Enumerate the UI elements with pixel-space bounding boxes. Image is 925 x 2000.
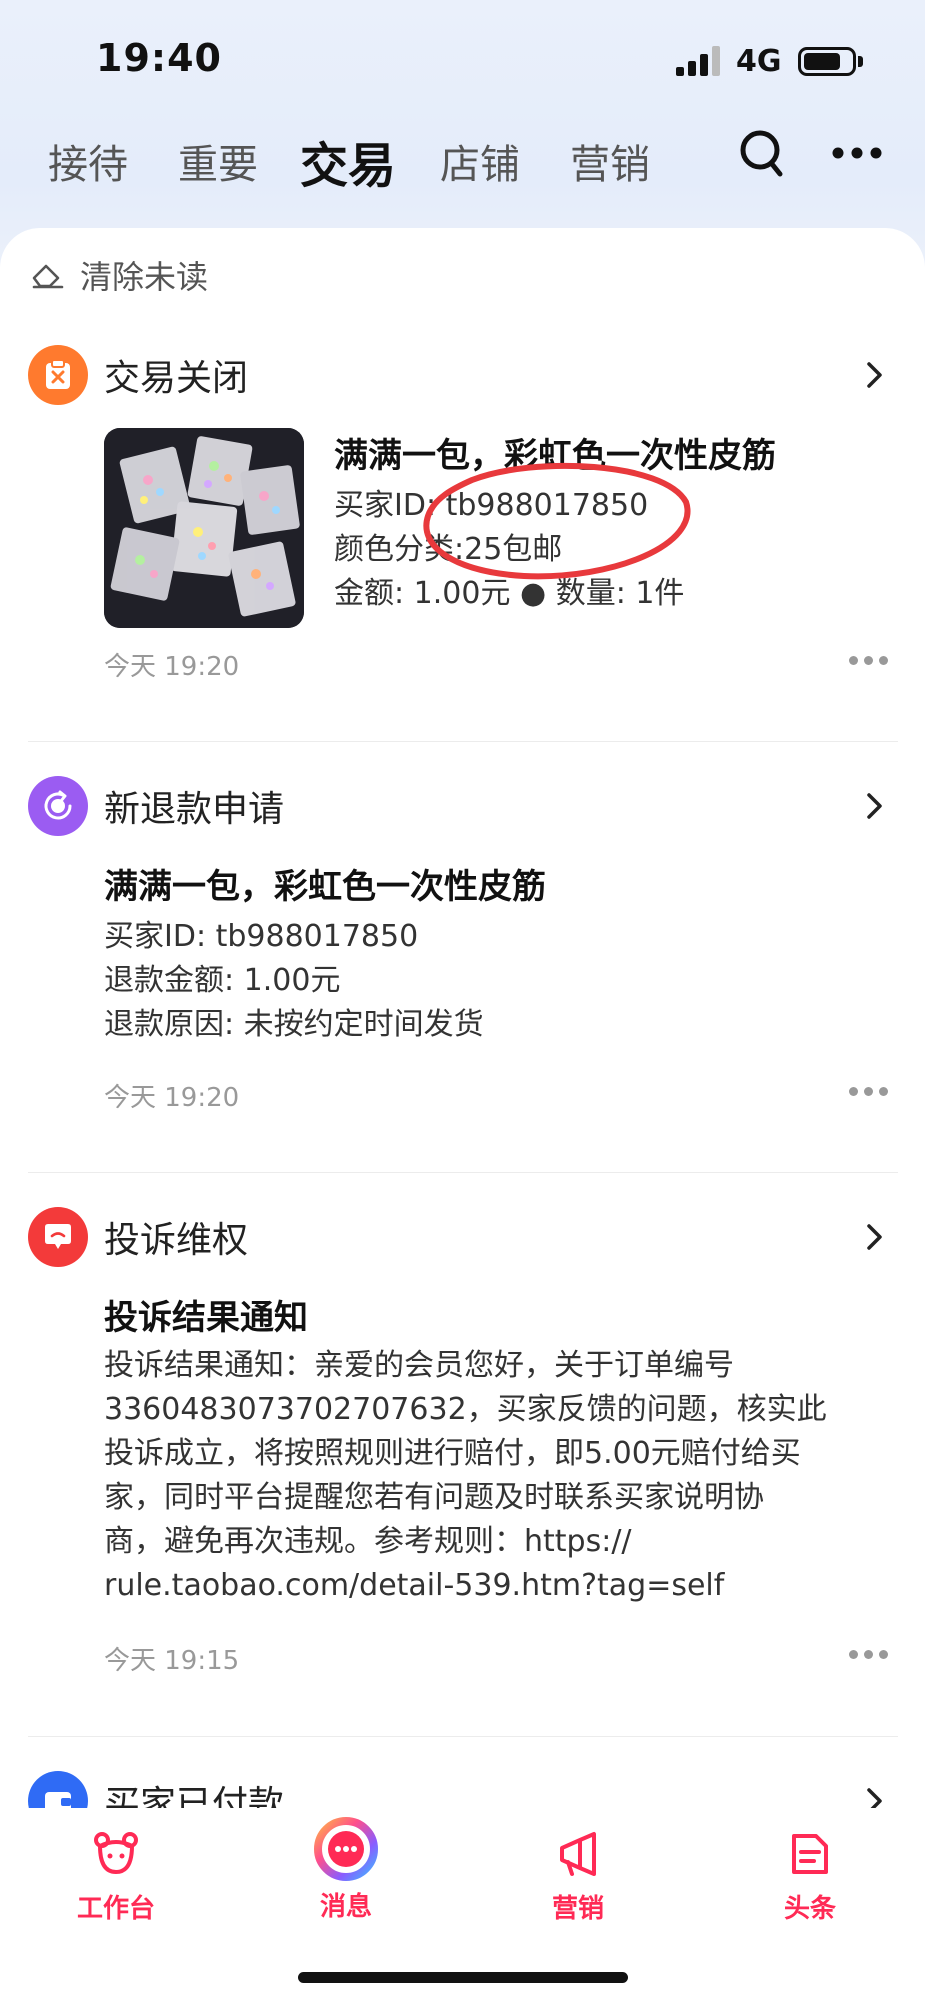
item-title: 投诉结果通知: [104, 1298, 308, 1338]
home-indicator[interactable]: [298, 1972, 628, 1983]
battery-icon: [798, 47, 856, 76]
nav-label: 头条: [783, 1894, 836, 1924]
complaint-text-line: 商，避免再次违规。参考规则：https://: [104, 1524, 632, 1559]
tab-important[interactable]: 重要: [178, 132, 258, 190]
item-title: 满满一包，彩虹色一次性皮筋: [104, 867, 546, 907]
section-trade-closed[interactable]: 交易关闭 满满一包，彩虹色一次性皮筋 买家ID: tb988017850 颜色分…: [0, 344, 925, 682]
nav-label: 工作台: [76, 1894, 155, 1924]
message-icon: [314, 1817, 378, 1881]
red-annotation-circle: [423, 462, 691, 580]
chevron-right-icon[interactable]: [859, 358, 889, 392]
clear-unread-button[interactable]: 清除未读: [30, 250, 208, 300]
section-header: 买家已付款: [28, 1770, 284, 1808]
buyer-id-line: 买家ID: tb988017850: [104, 919, 419, 954]
nav-label: 营销: [551, 1894, 604, 1924]
status-time: 19:40: [96, 36, 222, 80]
paid-icon: [28, 1771, 88, 1808]
refund-reason-line: 退款原因: 未按约定时间发货: [104, 1007, 484, 1042]
more-options-icon[interactable]: [849, 1087, 889, 1097]
more-options-icon[interactable]: [849, 1650, 889, 1660]
section-complaint[interactable]: 投诉维权 投诉结果通知 投诉结果通知：亲爱的会员您好，关于订单编号 336048…: [0, 1206, 925, 1676]
workbench-icon: [94, 1832, 138, 1874]
nav-messages[interactable]: 消息: [276, 1816, 416, 1923]
timestamp: 今天 19:20: [104, 652, 240, 682]
nav-label: 消息: [319, 1892, 372, 1922]
divider: [28, 1736, 898, 1737]
section-refund-request[interactable]: 新退款申请 满满一包，彩虹色一次性皮筋 买家ID: tb988017850 退款…: [0, 775, 925, 1113]
product-thumbnail[interactable]: [104, 428, 304, 628]
category-tabs: 接待 重要 交易 店铺 营销: [0, 120, 925, 200]
section-title: 新退款申请: [104, 789, 285, 830]
tab-store[interactable]: 店铺: [440, 132, 520, 190]
marketing-icon: [560, 1832, 596, 1876]
complaint-icon: [28, 1207, 88, 1267]
rule-link[interactable]: rule.taobao.com/detail-539.htm?tag=self: [104, 1564, 724, 1608]
chevron-right-icon[interactable]: [859, 1220, 889, 1254]
section-title: 投诉维权: [104, 1220, 249, 1261]
status-bar: 19:40 4G: [0, 0, 925, 120]
refund-amount-line: 退款金额: 1.00元: [104, 963, 341, 998]
more-options-icon[interactable]: [849, 656, 889, 666]
tab-marketing[interactable]: 营销: [570, 132, 650, 190]
nav-headlines[interactable]: 头条: [740, 1830, 880, 1925]
search-icon[interactable]: [738, 128, 786, 180]
timestamp: 今天 19:20: [104, 1083, 240, 1113]
divider: [28, 1172, 898, 1173]
section-title: 买家已付款: [104, 1784, 285, 1808]
signal-icon: [676, 46, 722, 76]
nav-marketing[interactable]: 营销: [508, 1830, 648, 1925]
eraser-icon: [32, 264, 64, 289]
clear-unread-label: 清除未读: [80, 258, 209, 296]
timestamp: 今天 19:15: [104, 1646, 240, 1676]
complaint-text-line: 家，同时平台提醒您若有问题及时联系买家说明协: [104, 1480, 764, 1515]
chevron-right-icon[interactable]: [859, 789, 889, 823]
section-header: 交易关闭: [28, 344, 248, 406]
bottom-nav: 工作台 消息 营销 头条: [0, 1808, 925, 2000]
tab-trade[interactable]: 交易: [300, 126, 396, 196]
headline-icon: [792, 1834, 828, 1874]
tab-reception[interactable]: 接待: [48, 132, 128, 190]
section-title: 交易关闭: [104, 358, 249, 399]
more-icon[interactable]: [832, 146, 882, 160]
complaint-text-line: 投诉成立，将按照规则进行赔付，即5.00元赔付给买: [104, 1436, 801, 1471]
divider: [28, 741, 898, 742]
section-buyer-paid[interactable]: 买家已付款: [0, 1770, 925, 1808]
complaint-text-line: 3360483073702707632，买家反馈的问题，核实此: [104, 1392, 827, 1427]
battery-tip: [858, 56, 863, 67]
complaint-text-line: 投诉结果通知：亲爱的会员您好，关于订单编号: [104, 1348, 734, 1383]
section-header: 新退款申请: [28, 775, 284, 837]
trade-closed-icon: [28, 345, 88, 405]
network-label: 4G: [736, 44, 782, 79]
chevron-right-icon[interactable]: [859, 1784, 889, 1808]
refund-icon: [28, 776, 88, 836]
message-list: 清除未读 交易关闭 满满一包，彩虹色一次性皮筋 买家ID: tb98801785…: [0, 228, 925, 1808]
section-header: 投诉维权: [28, 1206, 248, 1268]
nav-workbench[interactable]: 工作台: [46, 1830, 186, 1925]
